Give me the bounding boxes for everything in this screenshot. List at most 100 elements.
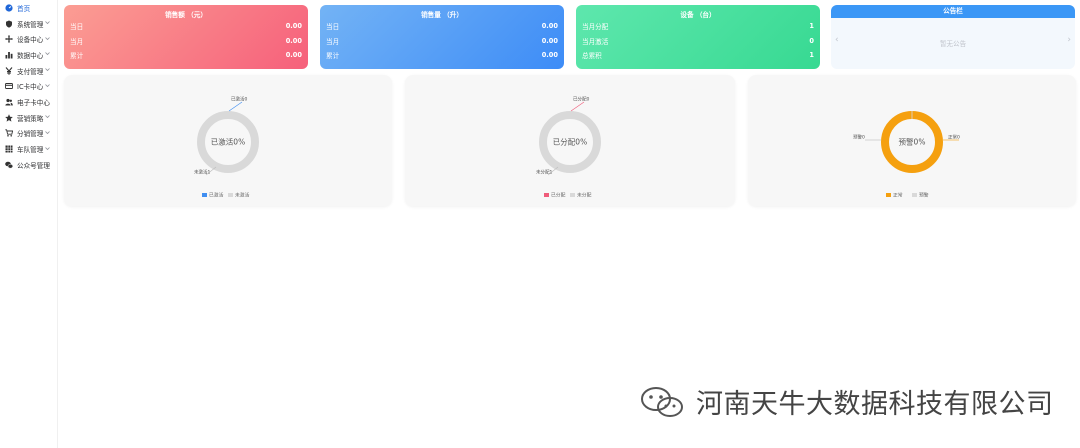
card-row-today: 当日 0.00 bbox=[320, 19, 564, 34]
chevron-right-icon[interactable]: › bbox=[1067, 35, 1071, 45]
sidebar-item-label: IC卡中心 bbox=[17, 83, 44, 92]
legend-label-0[interactable]: 已激活 bbox=[209, 192, 224, 199]
notice-title: 公告栏 bbox=[831, 5, 1075, 18]
row-value: 0.00 bbox=[541, 22, 558, 31]
row-value: 0.00 bbox=[285, 22, 302, 31]
allocation-chart-panel: 已分配0 未分配1 已分配0% 已分配 未分配 bbox=[405, 75, 735, 206]
card-row-today: 当日 0.00 bbox=[64, 19, 308, 34]
sidebar-item-8[interactable]: 分销管理 bbox=[0, 126, 57, 142]
sidebar-item-label: 数据中心 bbox=[17, 51, 44, 60]
sidebar-item-9[interactable]: 车队管理 bbox=[0, 141, 57, 157]
star-icon bbox=[5, 113, 13, 122]
wechat-icon bbox=[5, 161, 14, 169]
sidebar-item-label: 分销管理 bbox=[17, 130, 44, 139]
sidebar-item-label: 支付管理 bbox=[17, 67, 44, 76]
card-row-month: 当月 0.00 bbox=[64, 34, 308, 49]
chevron-down-icon bbox=[45, 36, 51, 41]
sidebar-item-label: 公众号管理 bbox=[17, 161, 50, 170]
card-icon bbox=[5, 82, 13, 90]
legend-label-0[interactable]: 已分配 bbox=[551, 192, 566, 199]
cart-icon bbox=[5, 129, 14, 137]
activation-donut-chart: 已激活0 未激活1 已激活0% 已激活 未激活 bbox=[194, 96, 259, 199]
notice-carousel: ‹ 暂无公告 › bbox=[831, 18, 1075, 69]
row-value: 1 bbox=[809, 22, 814, 31]
sidebar-item-3[interactable]: 数据中心 bbox=[0, 47, 57, 63]
donut-center-label: 预警0% bbox=[899, 137, 926, 147]
users-icon bbox=[5, 98, 13, 106]
row-value: 0.00 bbox=[541, 36, 558, 45]
watermark-text: 河南天牛大数据科技有限公司 bbox=[696, 389, 1054, 420]
watermark: 河南天牛大数据科技有限公司 bbox=[638, 382, 1054, 421]
row-label: 当日 bbox=[326, 23, 340, 32]
grid-icon bbox=[5, 145, 13, 153]
row-value: 0.00 bbox=[541, 51, 558, 60]
slice-label-1: 未分配1 bbox=[536, 169, 552, 176]
devices-card: 设备 （台） 当月分配 1 当月激活 0 总累积 1 bbox=[576, 5, 820, 69]
row-label: 当月激活 bbox=[582, 37, 609, 46]
row-label: 总累积 bbox=[582, 52, 602, 61]
legend-swatch-1[interactable] bbox=[228, 193, 233, 197]
row-value: 0 bbox=[809, 36, 814, 45]
notice-board: 公告栏 ‹ 暂无公告 › bbox=[831, 5, 1075, 69]
legend-label-1[interactable]: 预警 bbox=[919, 192, 929, 199]
row-label: 当日 bbox=[70, 23, 84, 32]
card-row-total: 累计 0.00 bbox=[64, 48, 308, 63]
slice-label-1: 预警0 bbox=[853, 134, 865, 141]
sidebar-item-4[interactable]: 支付管理 bbox=[0, 63, 57, 79]
sidebar-item-label: 系统管理 bbox=[17, 20, 44, 29]
sidebar-item-6[interactable]: 电子卡中心 bbox=[0, 94, 57, 110]
move-icon bbox=[5, 35, 13, 44]
sidebar-item-10[interactable]: 公众号管理 bbox=[0, 157, 57, 173]
sidebar-item-label: 车队管理 bbox=[17, 146, 44, 155]
shield-icon bbox=[5, 20, 13, 28]
card-title: 销售额 （元） bbox=[165, 11, 207, 19]
sidebar-item-7[interactable]: 营销策略 bbox=[0, 110, 57, 126]
sidebar-item-0[interactable]: 首页 bbox=[0, 0, 57, 16]
legend-label-1[interactable]: 未分配 bbox=[577, 192, 592, 199]
allocation-donut-chart: 已分配0 未分配1 已分配0% 已分配 未分配 bbox=[536, 96, 601, 199]
slice-label-0: 正常0 bbox=[948, 134, 960, 141]
sidebar-item-label: 营销策略 bbox=[17, 114, 44, 123]
chevron-down-icon bbox=[45, 67, 51, 72]
sales-volume-card: 销售量 （升） 当日 0.00 当月 0.00 累计 0.00 bbox=[320, 5, 564, 69]
slice-label-0: 已激活0 bbox=[231, 96, 247, 103]
sidebar: 首页系统管理设备中心数据中心支付管理 IC卡中心电子卡中心营销策略分销管理车队管理… bbox=[0, 0, 58, 448]
slice-label-1: 未激活1 bbox=[194, 169, 210, 176]
sales-amount-card: 销售额 （元） 当日 0.00 当月 0.00 累计 0.00 bbox=[64, 5, 308, 69]
card-row-month-activated: 当月激活 0 bbox=[576, 34, 820, 49]
legend-label-0[interactable]: 正常 bbox=[893, 192, 903, 199]
legend-swatch-1[interactable] bbox=[570, 193, 575, 197]
legend-label-1[interactable]: 未激活 bbox=[235, 192, 250, 199]
chevron-down-icon bbox=[45, 20, 51, 25]
dashboard-icon bbox=[5, 4, 13, 12]
legend-swatch-1[interactable] bbox=[912, 193, 917, 197]
notice-empty-text: 暂无公告 bbox=[939, 40, 967, 48]
yen-icon bbox=[5, 66, 13, 75]
activation-chart-panel: 已激活0 未激活1 已激活0% 已激活 未激活 bbox=[64, 75, 392, 206]
row-label: 当月分配 bbox=[582, 23, 609, 32]
sidebar-item-2[interactable]: 设备中心 bbox=[0, 31, 57, 47]
sidebar-item-1[interactable]: 系统管理 bbox=[0, 16, 57, 32]
warning-donut-chart: 正常0 预警0 预警0% 正常 预警 bbox=[853, 111, 960, 199]
chevron-down-icon bbox=[45, 130, 51, 135]
card-row-month-assigned: 当月分配 1 bbox=[576, 19, 820, 34]
row-label: 累计 bbox=[70, 52, 84, 61]
leader-line-0 bbox=[228, 101, 243, 112]
sidebar-item-label: 首页 bbox=[17, 4, 31, 13]
chevron-down-icon bbox=[45, 146, 51, 151]
legend-swatch-0[interactable] bbox=[886, 193, 891, 197]
card-row-total: 总累积 1 bbox=[576, 48, 820, 63]
sidebar-item-label: 设备中心 bbox=[17, 36, 44, 45]
card-row-total: 累计 0.00 bbox=[320, 48, 564, 63]
row-value: 0.00 bbox=[285, 51, 302, 60]
row-label: 累计 bbox=[326, 52, 340, 61]
chevron-down-icon bbox=[45, 51, 51, 56]
main-content: 销售额 （元） 当日 0.00 当月 0.00 累计 0.00 销售量 （升） 当日 0… bbox=[58, 0, 1080, 448]
legend-swatch-0[interactable] bbox=[544, 193, 549, 197]
leader-line-0 bbox=[570, 101, 585, 112]
donut-center-label: 已激活0% bbox=[211, 137, 245, 147]
warning-chart-panel: 正常0 预警0 预警0% 正常 预警 bbox=[748, 75, 1076, 206]
slice-label-0: 已分配0 bbox=[573, 96, 589, 103]
legend-swatch-0[interactable] bbox=[202, 193, 207, 197]
sidebar-item-5[interactable]: IC卡中心 bbox=[0, 78, 57, 94]
